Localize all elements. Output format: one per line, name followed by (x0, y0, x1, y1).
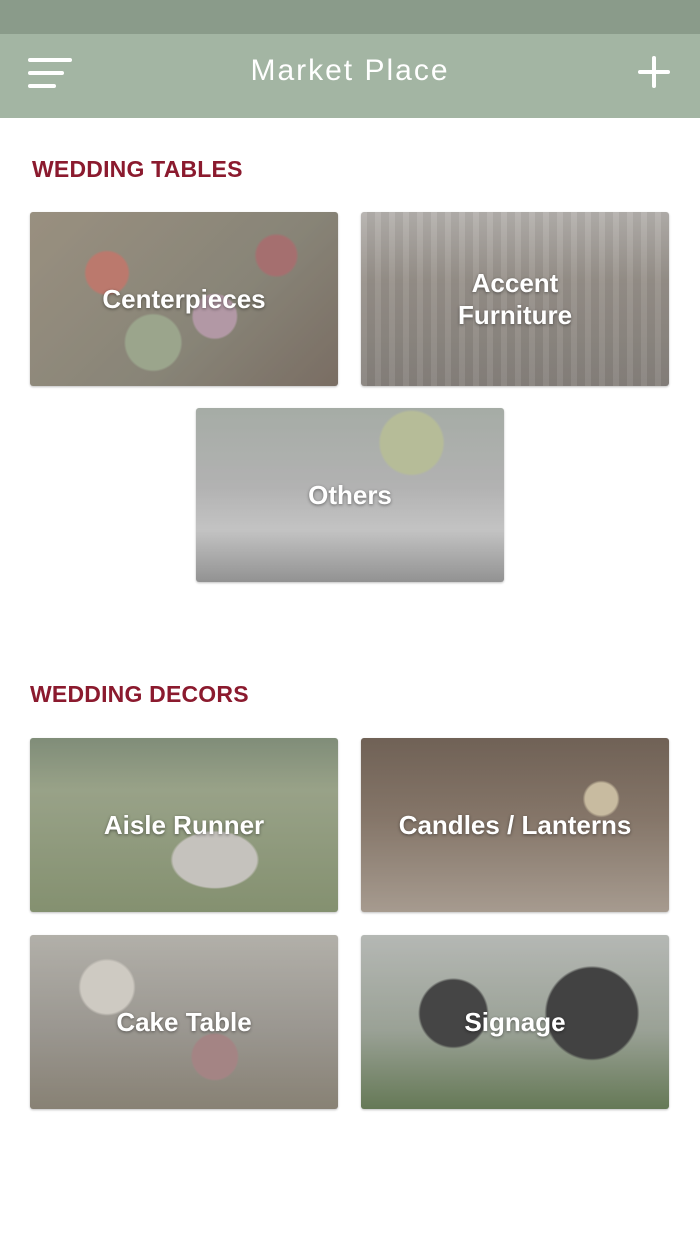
category-tile-others[interactable]: Others (196, 408, 504, 582)
tile-label: Others (308, 480, 392, 510)
category-tile-cake-table[interactable]: Cake Table (30, 935, 338, 1109)
tile-label: Aisle Runner (103, 810, 265, 840)
tile-label: Cake Table (116, 1007, 252, 1037)
status-bar (0, 0, 700, 34)
tile-label: Accent Furniture (457, 268, 573, 330)
plus-icon[interactable] (638, 56, 670, 88)
section-title-wedding-tables: WEDDING TABLES (32, 156, 243, 182)
category-tile-accent-furniture[interactable]: Accent Furniture (361, 212, 669, 386)
category-tile-candles-lanterns[interactable]: Candles / Lanterns (361, 738, 669, 912)
category-tile-signage[interactable]: Signage (361, 935, 669, 1109)
tile-label: Centerpieces (102, 284, 266, 314)
category-tile-aisle-runner[interactable]: Aisle Runner (30, 738, 338, 912)
tile-label: Signage (464, 1007, 566, 1037)
page-title: Market Place (250, 54, 450, 87)
tile-label: Candles / Lanterns (398, 810, 632, 840)
category-tile-centerpieces[interactable]: Centerpieces (30, 212, 338, 386)
section-title-wedding-decors: WEDDING DECORS (30, 681, 249, 707)
top-nav-bar: Market Place (0, 34, 700, 118)
